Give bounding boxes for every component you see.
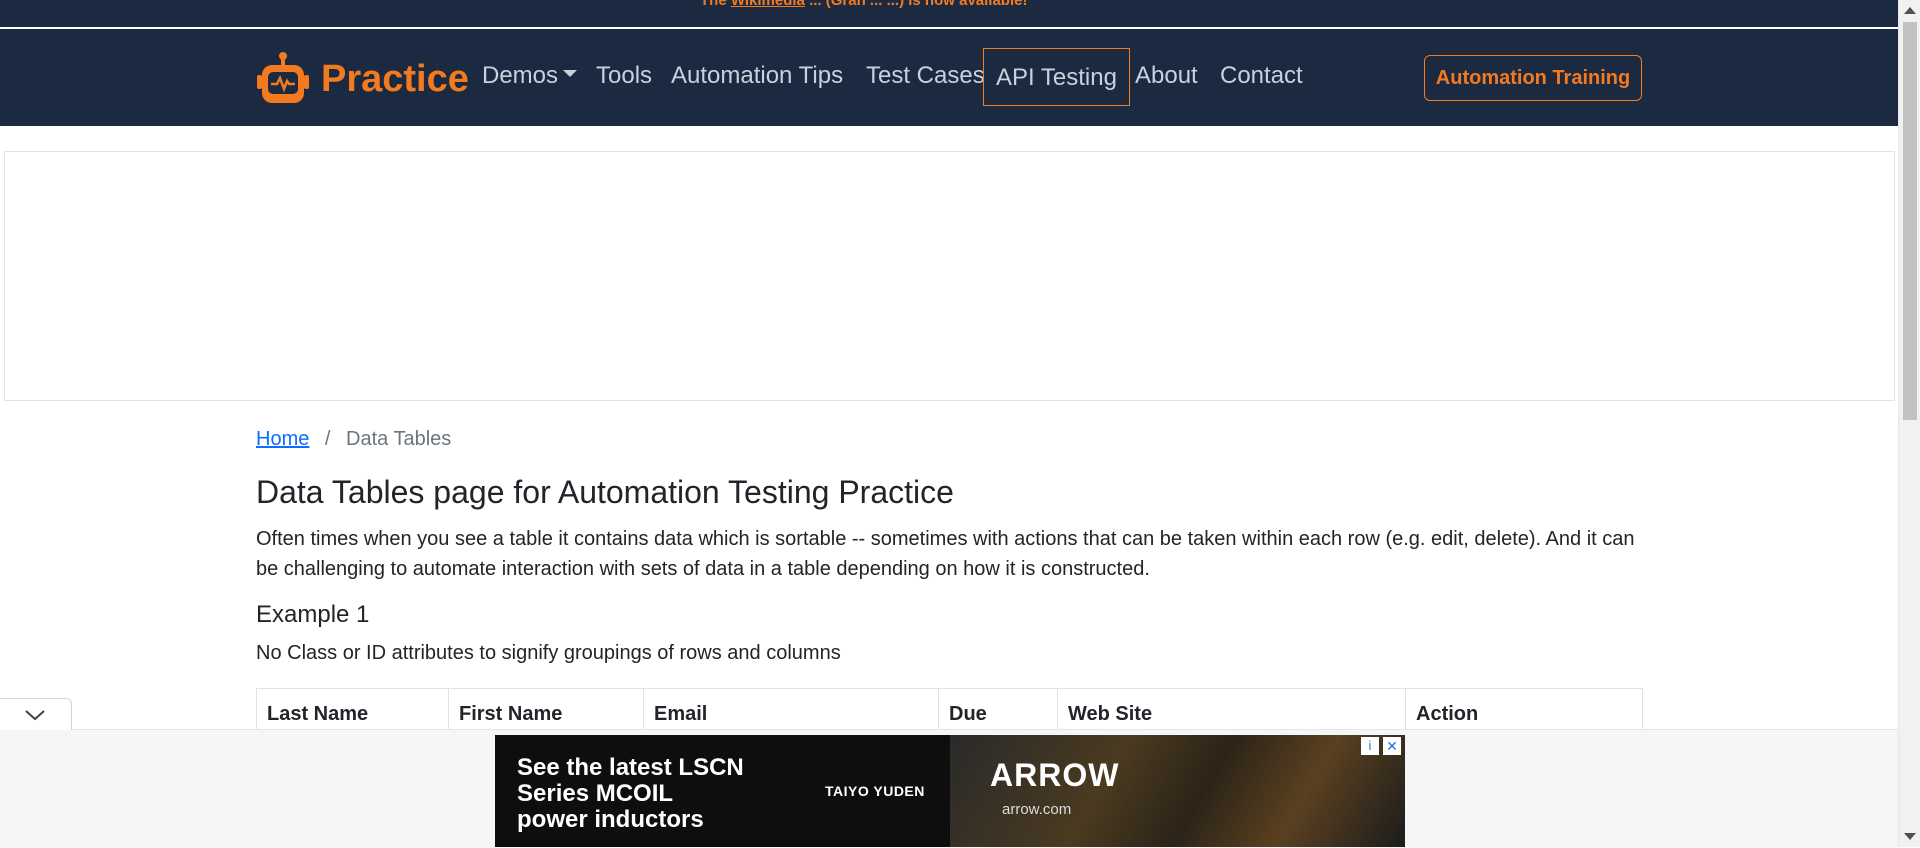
arrow-logo: ARROW	[990, 757, 1120, 793]
ad-headline[interactable]: See the latest LSCN Series MCOIL power i…	[517, 755, 747, 833]
nav-test-cases[interactable]: Test Cases	[866, 62, 985, 90]
breadcrumb-separator: /	[324, 428, 331, 450]
main-navbar: Practice Demos Tools Automation Tips Tes…	[0, 29, 1898, 126]
notice-suffix: ...) is now available!	[886, 0, 1028, 9]
scroll-thumb[interactable]	[1903, 22, 1917, 420]
nav-demos-dropdown[interactable]: Demos	[482, 62, 578, 90]
caret-down-icon	[563, 70, 578, 78]
scroll-up-arrow-icon[interactable]	[1904, 7, 1916, 14]
nav-about[interactable]: About	[1135, 62, 1198, 90]
nav-contact[interactable]: Contact	[1220, 62, 1303, 90]
notice-middle: ... (Gran ...	[809, 0, 887, 9]
announcement-text: The Wikimedia ... (Gran ... ...) is now …	[700, 0, 1027, 9]
ad-banner-placeholder	[4, 151, 1895, 401]
example-1-description: No Class or ID attributes to signify gro…	[256, 642, 841, 664]
adchoices-icon[interactable]: i	[1361, 737, 1379, 755]
automation-training-button[interactable]: Automation Training	[1424, 55, 1642, 101]
bottom-ad[interactable]: See the latest LSCN Series MCOIL power i…	[495, 735, 1405, 847]
nav-tools[interactable]: Tools	[596, 62, 652, 90]
collapse-ad-button[interactable]	[0, 698, 72, 730]
nav-automation-tips[interactable]: Automation Tips	[671, 62, 843, 90]
ad-domain: arrow.com	[1002, 801, 1072, 818]
ad-sponsor: TAIYO YUDEN	[825, 783, 925, 799]
brand-name: Practice	[321, 57, 469, 100]
nav-api-testing[interactable]: API Testing	[983, 48, 1130, 106]
page-title: Data Tables page for Automation Testing …	[256, 474, 954, 510]
ad-close-button[interactable]: ✕	[1383, 737, 1401, 755]
breadcrumb-current: Data Tables	[346, 428, 452, 450]
example-1-heading: Example 1	[256, 601, 370, 628]
nav-demos-label: Demos	[482, 62, 559, 89]
notice-prefix: The	[700, 0, 727, 9]
ad-image[interactable]: ARROW arrow.com	[950, 735, 1405, 847]
scroll-down-arrow-icon[interactable]	[1904, 833, 1916, 840]
announcement-bar: The Wikimedia ... (Gran ... ...) is now …	[0, 0, 1898, 29]
brand-logo-link[interactable]: Practice	[255, 51, 469, 107]
intro-paragraph: Often times when you see a table it cont…	[256, 528, 1635, 580]
breadcrumb: Home / Data Tables	[256, 428, 451, 451]
robot-icon	[257, 52, 309, 103]
breadcrumb-home-link[interactable]: Home	[256, 428, 309, 450]
chevron-down-icon	[25, 710, 45, 721]
vertical-scrollbar[interactable]	[1898, 0, 1920, 847]
notice-link[interactable]: Wikimedia	[731, 0, 805, 9]
